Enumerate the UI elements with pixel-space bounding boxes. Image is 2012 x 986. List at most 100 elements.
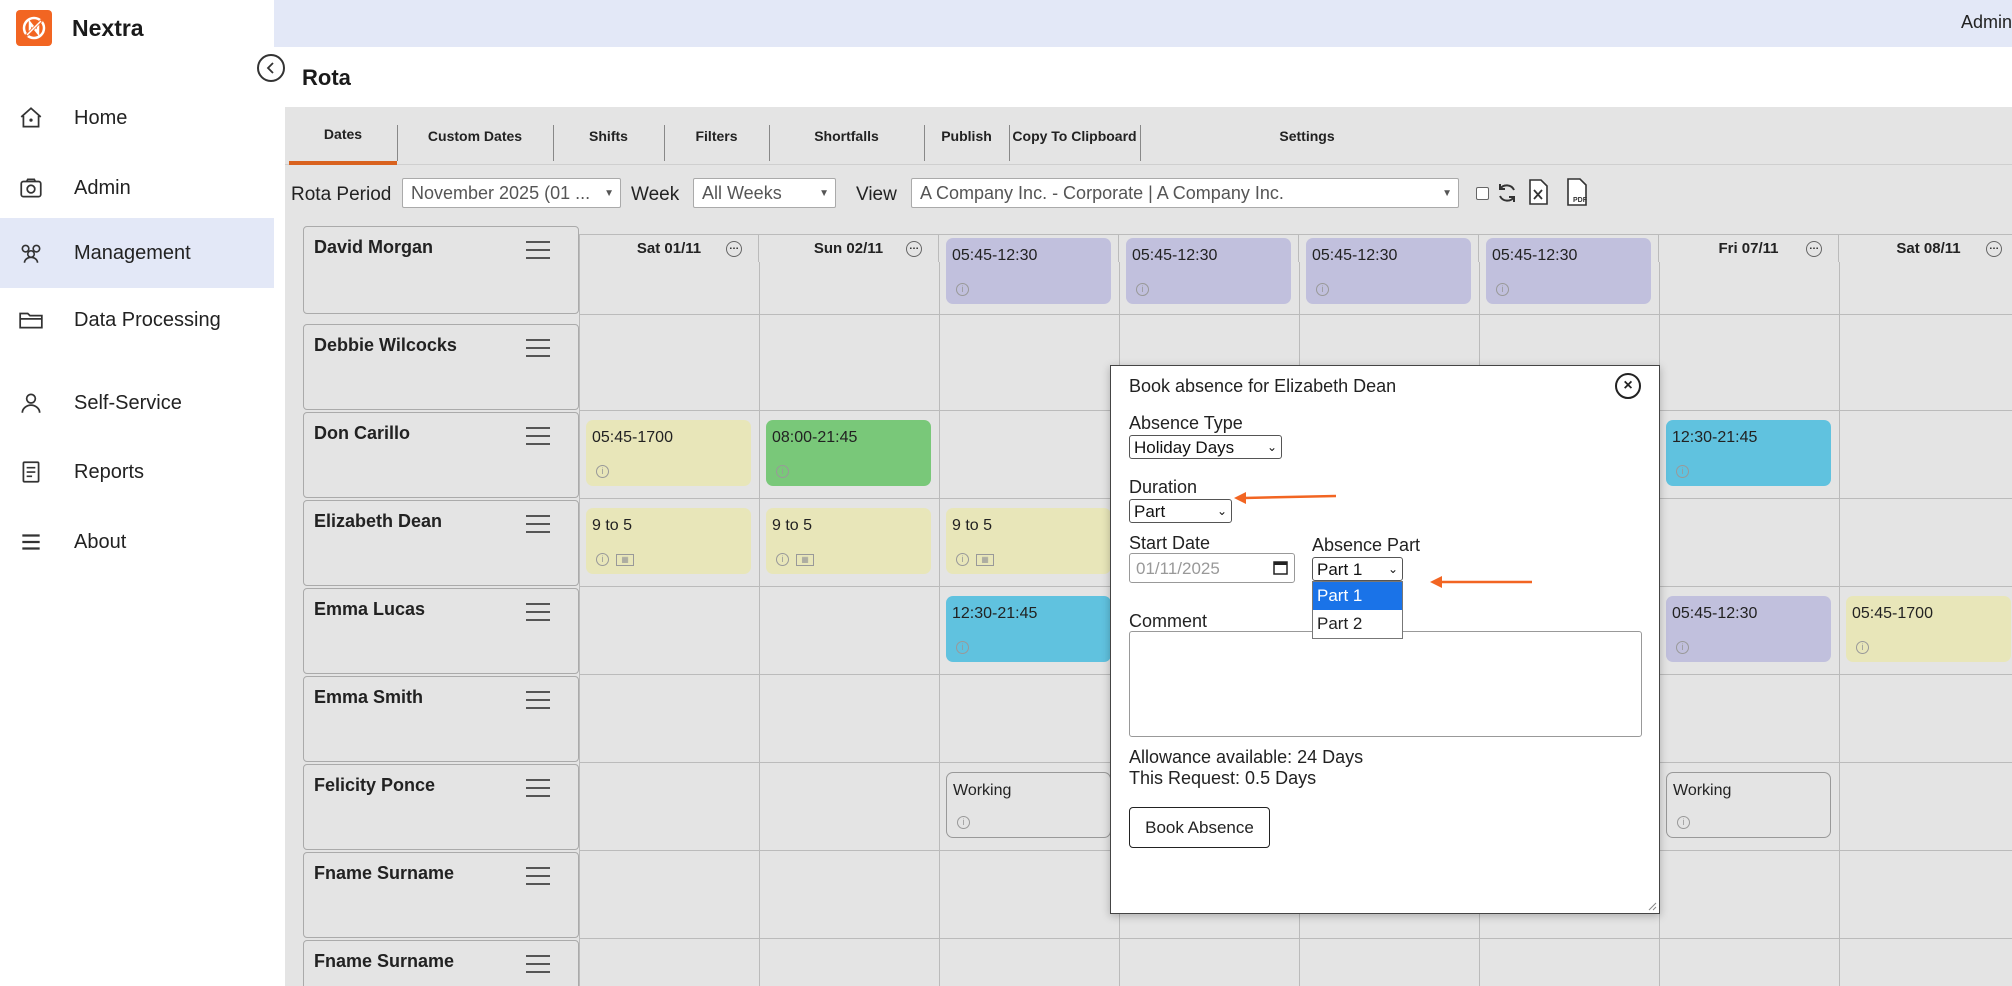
resize-handle-icon[interactable] — [1647, 901, 1657, 911]
row-menu-icon[interactable] — [526, 955, 550, 973]
tab-filters[interactable]: Filters — [664, 107, 769, 165]
calendar-icon[interactable] — [1273, 560, 1288, 575]
collapse-sidebar-button[interactable] — [257, 54, 285, 82]
shift-block[interactable]: 9 to 5 i ▦ — [946, 508, 1111, 574]
sidebar-item-admin[interactable]: Admin — [0, 168, 274, 208]
employee-row-name[interactable]: Fname Surname — [303, 940, 579, 986]
shift-block[interactable]: 9 to 5 i ▦ — [766, 508, 931, 574]
shift-block[interactable]: Working i — [1666, 772, 1831, 838]
tab-custom-dates[interactable]: Custom Dates — [397, 107, 553, 165]
shift-block[interactable]: Working i — [946, 772, 1111, 838]
info-icon[interactable]: i — [1676, 641, 1689, 654]
row-menu-icon[interactable] — [526, 779, 550, 797]
day-column-header[interactable]: Sat 08/11… — [1839, 234, 2012, 262]
row-menu-icon[interactable] — [526, 339, 550, 357]
attachment-icon[interactable]: ▦ — [976, 554, 994, 566]
row-menu-icon[interactable] — [526, 691, 550, 709]
sidebar-item-reports[interactable]: Reports — [0, 452, 274, 492]
rota-period-select[interactable]: November 2025 (01 ... ▼ — [402, 178, 621, 208]
attachment-icon[interactable]: ▦ — [616, 554, 634, 566]
info-icon[interactable]: i — [776, 465, 789, 478]
user-name[interactable]: Admin — [1961, 12, 2012, 33]
tab-publish[interactable]: Publish — [924, 107, 1009, 165]
duration-select[interactable]: Part ⌄ — [1129, 499, 1232, 523]
select-all-checkbox[interactable] — [1476, 187, 1489, 200]
pdf-export-icon[interactable]: PDF — [1565, 178, 1591, 206]
info-icon[interactable]: i — [776, 553, 789, 566]
sidebar-item-label: Home — [74, 106, 128, 129]
row-menu-icon[interactable] — [526, 867, 550, 885]
absence-type-select[interactable]: Holiday Days ⌄ — [1129, 435, 1282, 459]
day-column-header[interactable]: Sat 01/11… — [579, 234, 759, 262]
shift-block[interactable]: 05:45-12:30 i — [1306, 238, 1471, 304]
row-menu-icon[interactable] — [526, 241, 550, 259]
employee-row-name[interactable]: David Morgan — [303, 226, 579, 314]
attachment-icon[interactable]: ▦ — [796, 554, 814, 566]
shift-block[interactable]: 08:00-21:45 i — [766, 420, 931, 486]
row-menu-icon[interactable] — [526, 515, 550, 533]
close-dialog-button[interactable]: × — [1615, 373, 1641, 399]
employee-row-name[interactable]: Emma Smith — [303, 676, 579, 762]
shift-block[interactable]: 05:45-1700 i — [586, 420, 751, 486]
book-absence-button[interactable]: Book Absence — [1129, 807, 1270, 848]
employee-row-name[interactable]: Fname Surname — [303, 852, 579, 938]
employee-row-name[interactable]: Felicity Ponce — [303, 764, 579, 850]
comment-textarea[interactable] — [1129, 631, 1642, 737]
sidebar-item-data-processing[interactable]: Data Processing — [0, 289, 274, 351]
more-options-icon[interactable]: … — [726, 241, 742, 257]
info-icon[interactable]: i — [596, 465, 609, 478]
allowance-text: Allowance available: 24 Days — [1129, 747, 1364, 767]
tab-shifts[interactable]: Shifts — [553, 107, 664, 165]
info-icon[interactable]: i — [596, 553, 609, 566]
row-menu-icon[interactable] — [526, 427, 550, 445]
more-options-icon[interactable]: … — [1986, 241, 2002, 257]
employee-row-name[interactable]: Don Carillo — [303, 412, 579, 498]
shift-block[interactable]: 05:45-12:30 i — [946, 238, 1111, 304]
absence-part-option-2[interactable]: Part 2 — [1313, 610, 1402, 638]
sidebar-item-self-service[interactable]: Self-Service — [0, 383, 274, 423]
week-select[interactable]: All Weeks ▼ — [693, 178, 836, 208]
day-column-header[interactable]: Fri 07/11… — [1659, 234, 1839, 262]
tab-dates[interactable]: Dates — [289, 107, 397, 165]
info-icon[interactable]: i — [1496, 283, 1509, 296]
view-select[interactable]: A Company Inc. - Corporate | A Company I… — [911, 178, 1459, 208]
brand[interactable]: Nextra — [16, 10, 144, 46]
absence-part-option-1[interactable]: Part 1 — [1313, 582, 1402, 610]
sidebar-item-home[interactable]: Home — [0, 98, 274, 138]
info-icon[interactable]: i — [1677, 816, 1690, 829]
info-icon[interactable]: i — [1136, 283, 1149, 296]
info-icon[interactable]: i — [956, 641, 969, 654]
shift-block[interactable]: 05:45-12:30 i — [1126, 238, 1291, 304]
sidebar-item-management[interactable]: Management — [0, 218, 274, 288]
employee-row-name[interactable]: Emma Lucas — [303, 588, 579, 674]
shift-block[interactable]: 9 to 5 i ▦ — [586, 508, 751, 574]
info-icon[interactable]: i — [956, 553, 969, 566]
sidebar-item-about[interactable]: About — [0, 522, 274, 562]
shift-block[interactable]: 05:45-12:30 i — [1486, 238, 1651, 304]
shift-block[interactable]: 05:45-1700 i — [1846, 596, 2011, 662]
tab-settings[interactable]: Settings — [1140, 107, 1474, 165]
row-menu-icon[interactable] — [526, 603, 550, 621]
sidebar-item-label: Reports — [74, 460, 145, 483]
more-options-icon[interactable]: … — [1806, 241, 1822, 257]
page-title: Rota — [302, 65, 351, 90]
day-column-header[interactable]: Sun 02/11… — [759, 234, 939, 262]
excel-export-icon[interactable] — [1527, 179, 1549, 205]
employee-row-name[interactable]: Debbie Wilcocks — [303, 324, 579, 410]
dropdown-arrow-icon: ▼ — [819, 188, 829, 199]
info-icon[interactable]: i — [1676, 465, 1689, 478]
info-icon[interactable]: i — [956, 283, 969, 296]
shift-block[interactable]: 12:30-21:45 i — [1666, 420, 1831, 486]
info-icon[interactable]: i — [957, 816, 970, 829]
shift-block[interactable]: 12:30-21:45 i — [946, 596, 1111, 662]
employee-row-name[interactable]: Elizabeth Dean — [303, 500, 579, 586]
shift-block[interactable]: 05:45-12:30 i — [1666, 596, 1831, 662]
start-date-input[interactable]: 01/11/2025 — [1129, 553, 1295, 583]
refresh-icon[interactable] — [1495, 181, 1519, 205]
more-options-icon[interactable]: … — [906, 241, 922, 257]
tab-copy-to-clipboard[interactable]: Copy To Clipboard — [1009, 107, 1140, 165]
absence-part-select[interactable]: Part 1 ⌄ — [1312, 557, 1403, 581]
info-icon[interactable]: i — [1856, 641, 1869, 654]
info-icon[interactable]: i — [1316, 283, 1329, 296]
tab-shortfalls[interactable]: Shortfalls — [769, 107, 924, 165]
